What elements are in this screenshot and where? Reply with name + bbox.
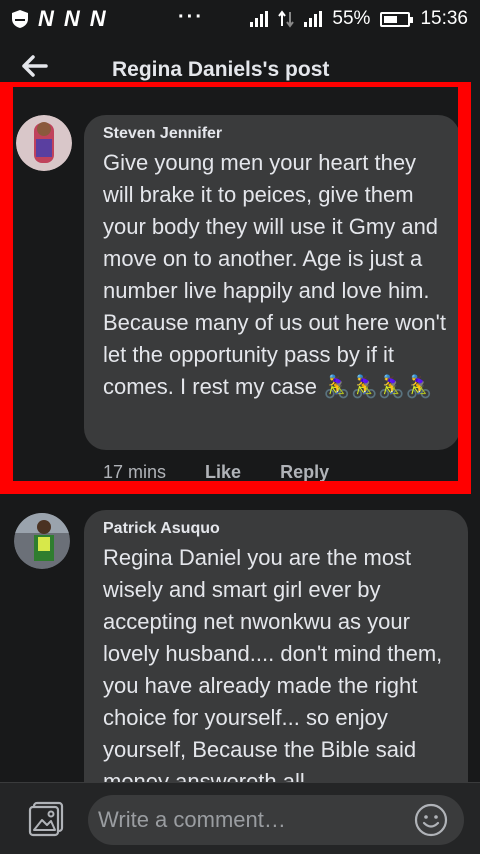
clock: 15:36 (420, 8, 468, 29)
comment-bubble[interactable]: Patrick Asuquo Regina Daniel you are the… (84, 510, 468, 782)
post-header: Regina Daniels's post (0, 38, 480, 82)
avatar[interactable] (14, 513, 70, 569)
comments-list: Steven Jennifer Give young men your hear… (0, 82, 480, 782)
photo-icon[interactable] (28, 801, 64, 837)
notification-icon-1: N (38, 6, 54, 31)
shield-icon (12, 10, 28, 28)
comment-text: Regina Daniel you are the most wisely an… (103, 545, 443, 782)
signal-icon-2 (304, 11, 323, 27)
notification-icon-3: N (89, 6, 106, 31)
comment-time: 17 mins (103, 462, 167, 482)
data-transfer-icon (278, 10, 295, 28)
comment-input[interactable] (88, 795, 464, 845)
signal-icon (250, 11, 269, 27)
reply-button[interactable]: Reply (280, 462, 329, 482)
comment-composer (0, 782, 480, 854)
avatar[interactable] (16, 115, 72, 171)
notification-icon-2: N (63, 6, 80, 31)
comment-text: Give young men your heart they will brak… (103, 150, 446, 399)
comment-author[interactable]: Patrick Asuquo (103, 520, 456, 538)
comment-bubble[interactable]: Steven Jennifer Give young men your hear… (84, 115, 460, 450)
more-notifications-icon: ··· (178, 6, 204, 28)
status-bar: N N N ··· 55% 15:36 (0, 0, 480, 38)
comment-actions: 17 mins Like Reply (103, 462, 363, 483)
back-arrow-icon[interactable] (20, 54, 48, 78)
like-button[interactable]: Like (205, 462, 241, 482)
battery-percent: 55% (332, 8, 371, 29)
page-title: Regina Daniels's post (112, 58, 330, 81)
comment-author[interactable]: Steven Jennifer (103, 125, 448, 143)
battery-icon (380, 11, 414, 27)
emoji-icon[interactable] (414, 803, 448, 837)
